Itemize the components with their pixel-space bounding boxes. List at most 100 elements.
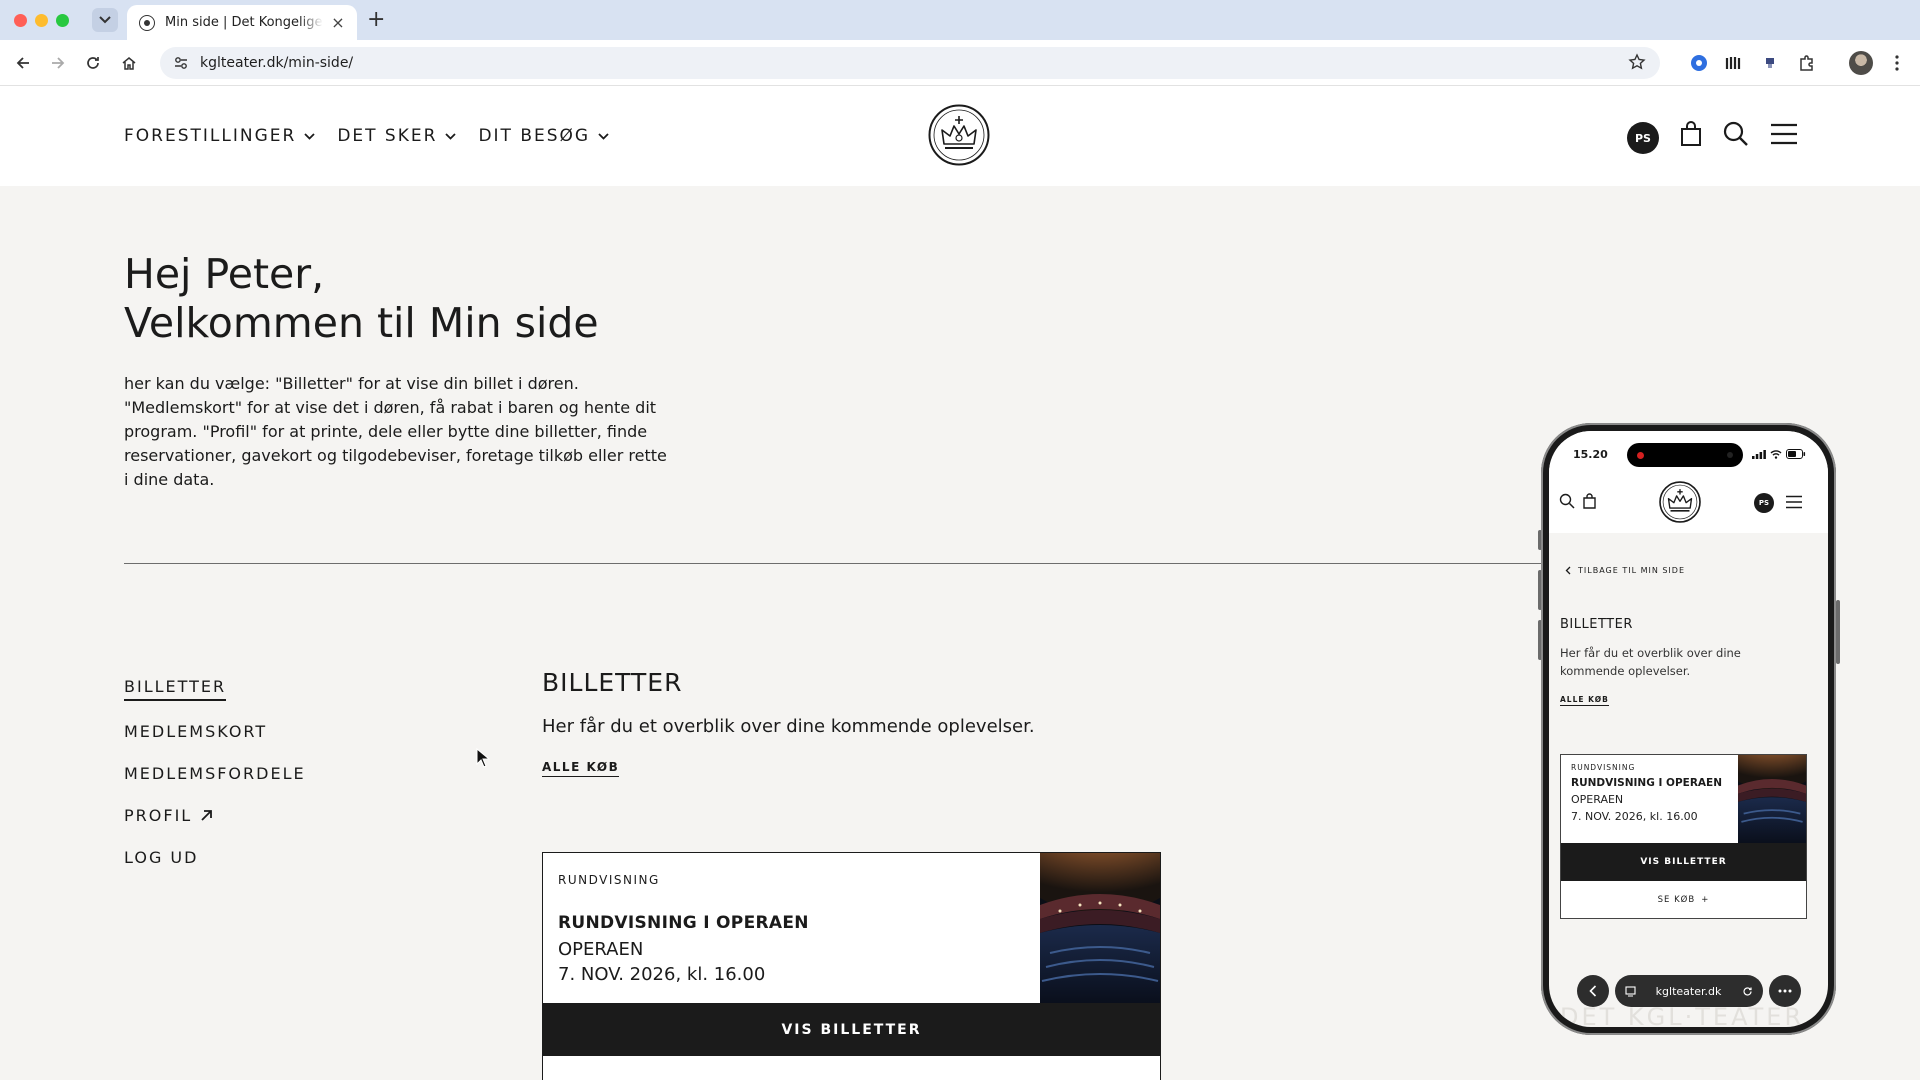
section-divider [124,563,1544,564]
phone-show-tickets-button[interactable]: VIS BILLETTER [1561,843,1806,881]
opera-auditorium-image [1738,755,1806,843]
avatar-initials: PS [1635,131,1651,145]
extension-figure-icon[interactable] [1759,52,1781,74]
home-icon[interactable] [118,52,140,74]
phone-avatar-initials: PS [1758,499,1770,507]
chevron-down-icon [445,133,457,140]
phone-status-icons [1752,449,1806,459]
phone-more-button[interactable] [1768,975,1801,1007]
greeting-line-2: Velkommen til Min side [124,299,599,347]
browser-profile-avatar[interactable] [1849,51,1873,75]
phone-url: kglteater.dk [1655,984,1722,998]
phone-all-purchases-link[interactable]: ALLE KØB [1560,695,1609,706]
phone-back-link[interactable]: TILBAGE TIL MIN SIDE [1565,566,1685,575]
crown-logo-icon[interactable] [928,104,990,166]
ticket-venue: OPERAEN [558,939,644,960]
basket-icon[interactable] [1583,493,1596,509]
phone-address-bar[interactable]: kglteater.dk [1614,975,1763,1007]
address-bar[interactable]: kglteater.dk/min-side/ [160,47,1660,79]
phone-browser-bar: kglteater.dk [1549,971,1828,1011]
ticket-card-info: RUNDVISNING RUNDVISNING I OPERAEN OPERAE… [543,853,1041,1003]
phone-site-header: PS [1549,471,1828,533]
side-item-label: PROFIL [124,805,193,825]
maximize-window-button[interactable] [56,14,69,27]
close-window-button[interactable] [14,14,27,27]
side-item-label: MEDLEMSFORDELE [124,763,306,783]
side-item-label: LOG UD [124,847,199,867]
extension-blue-icon[interactable] [1688,52,1710,74]
side-item-label: BILLETTER [124,677,227,701]
side-item-profil[interactable]: PROFIL [124,794,306,836]
hamburger-menu-icon[interactable] [1785,495,1803,509]
phone-see-purchase-label: SE KØB [1657,895,1696,905]
address-url: kglteater.dk/min-side/ [200,55,354,71]
search-icon[interactable] [1720,116,1752,152]
extensions-puzzle-icon[interactable] [1796,52,1818,74]
reload-icon[interactable] [1742,986,1753,997]
close-tab-icon[interactable]: × [329,13,347,32]
phone-ticket-info: RUNDVISNING RUNDVISNING I OPERAEN OPERAE… [1571,763,1722,823]
phone-ticket-title: RUNDVISNING I OPERAEN [1571,777,1722,789]
site-header: FORESTILLINGER DET SKER DIT BESØG PS [0,86,1920,186]
bookmark-star-icon[interactable] [1628,53,1646,75]
new-tab-button[interactable]: + [367,8,385,32]
browser-tab-active[interactable]: Min side | Det Kongelige Teater × [127,5,357,40]
nav-det-sker-label: DET SKER [337,126,438,146]
crown-logo-icon[interactable] [1659,481,1701,523]
phone-ticket-kicker: RUNDVISNING [1571,763,1636,772]
mouse-cursor-icon [476,748,490,768]
side-item-medlemskort[interactable]: MEDLEMSKORT [124,710,306,752]
chevron-down-icon [598,133,609,140]
nav-forestillinger[interactable]: FORESTILLINGER [124,126,315,146]
hamburger-menu-icon[interactable] [1768,116,1800,152]
page-greeting: Hej Peter, Velkommen til Min side [124,250,599,348]
battery-icon [1786,449,1806,459]
side-item-log-ud[interactable]: LOG UD [124,836,306,878]
side-item-billetter[interactable]: BILLETTER [124,668,306,710]
plus-icon: + [1701,895,1710,905]
back-arrow-icon[interactable] [12,52,34,74]
external-arrow-icon [201,809,213,821]
phone-see-purchase-button[interactable]: SE KØB + [1561,881,1806,919]
intro-text: her kan du vælge: "Billetter" for at vis… [124,374,667,489]
forward-arrow-icon[interactable] [47,52,69,74]
chevron-left-icon [1565,566,1571,575]
tabs-icon [1624,985,1636,997]
extension-crown-icon[interactable] [1723,52,1745,74]
phone-ticket-date: 7. NOV. 2026, kl. 16.00 [1571,810,1698,823]
phone-tickets-description: Her får du et overblik over dine kommend… [1560,646,1741,678]
nav-dit-besoeg[interactable]: DIT BESØG [478,126,609,146]
chevron-down-icon [304,133,315,140]
signal-icon [1752,449,1766,459]
reload-icon[interactable] [82,52,104,74]
browser-toolbar: kglteater.dk/min-side/ [0,40,1920,86]
search-icon[interactable] [1559,493,1575,509]
phone-ticket-card: RUNDVISNING RUNDVISNING I OPERAEN OPERAE… [1560,754,1807,919]
browser-menu-icon[interactable] [1886,52,1908,74]
opera-auditorium-image [1040,853,1160,1003]
favicon-icon [139,14,155,31]
phone-ticket-venue: OPERAEN [1571,793,1624,806]
nav-det-sker[interactable]: DET SKER [337,126,457,146]
show-tickets-button[interactable]: VIS BILLETTER [543,1003,1160,1056]
ticket-date: 7. NOV. 2026, kl. 16.00 [558,964,766,985]
site-settings-icon[interactable] [174,56,188,70]
side-item-medlemsfordele[interactable]: MEDLEMSFORDELE [124,752,306,794]
minimize-window-button[interactable] [35,14,48,27]
greeting-line-1: Hej Peter, [124,250,325,298]
phone-screen: 15.20 PS TILBAGE TIL MIN SIDE BILLETTER … [1549,431,1828,1027]
main-nav: FORESTILLINGER DET SKER DIT BESØG [124,126,609,146]
browser-tab-bar: Min side | Det Kongelige Teater × + [0,0,1920,40]
tab-search-button[interactable] [92,8,118,32]
chevron-down-icon [99,16,111,24]
phone-back-label: TILBAGE TIL MIN SIDE [1578,566,1686,575]
basket-icon[interactable] [1677,116,1705,152]
ticket-title: RUNDVISNING I OPERAEN [558,913,809,933]
phone-avatar-button[interactable]: PS [1754,493,1774,513]
phone-back-button[interactable] [1576,975,1609,1007]
tab-title: Min side | Det Kongelige Teater [165,15,323,30]
nav-dit-besoeg-label: DIT BESØG [478,126,591,146]
user-avatar-button[interactable]: PS [1627,122,1659,154]
all-purchases-link[interactable]: ALLE KØB [542,760,620,777]
phone-time: 15.20 [1573,448,1608,461]
